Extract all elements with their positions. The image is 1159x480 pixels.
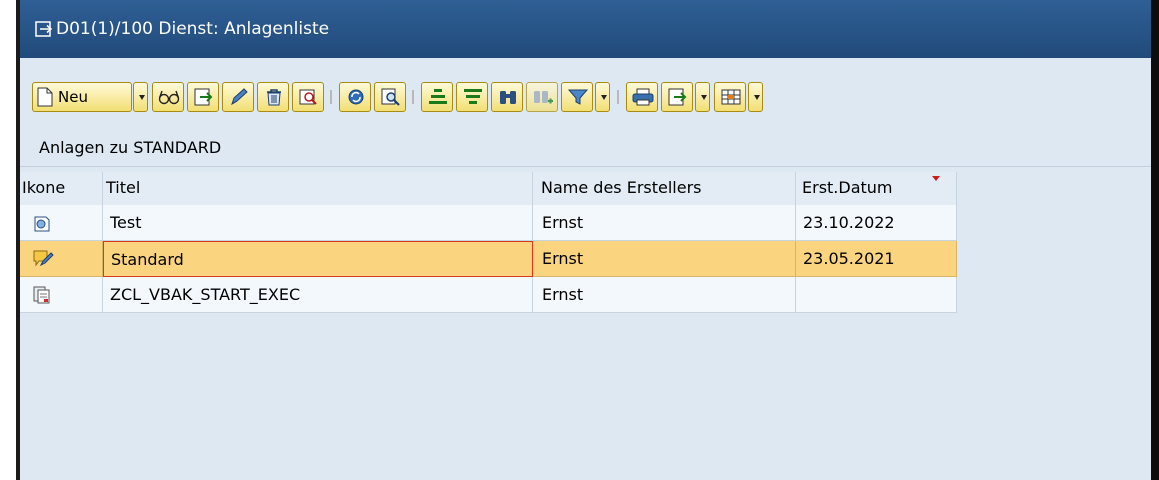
new-button-label: Neu [58, 88, 88, 106]
row-creator: Ernst [533, 241, 796, 277]
print-button[interactable] [626, 82, 658, 112]
delete-button[interactable] [257, 82, 289, 112]
refresh-button[interactable] [339, 82, 371, 112]
row-title: Test [103, 205, 533, 241]
refresh-icon [348, 89, 364, 105]
list-subheader-text: Anlagen zu STANDARD [39, 138, 222, 157]
find-icon [381, 88, 400, 106]
title-bar: D01(1)/100 Dienst: Anlagenliste [20, 0, 1151, 58]
row-date: 23.10.2022 [796, 205, 957, 241]
find-next-icon [534, 91, 553, 104]
toolbar-separator [330, 90, 332, 104]
row-icon-cell [20, 241, 103, 277]
sort-ascending-button[interactable] [421, 82, 453, 112]
sap-window: D01(1)/100 Dienst: Anlagenliste Neu Anla… [20, 0, 1151, 480]
find-next-button[interactable] [526, 82, 558, 112]
sort-ascending-icon [429, 89, 447, 104]
column-header-title[interactable]: Titel [103, 172, 533, 205]
layout-icon [721, 89, 741, 105]
sort-descending-icon [464, 89, 482, 104]
window-right-border [1151, 0, 1159, 480]
trash-icon [267, 89, 281, 106]
change-button[interactable] [222, 82, 254, 112]
glasses-icon [158, 90, 180, 105]
table-header: Ikone Titel Name des Erstellers Erst.Dat… [20, 172, 957, 205]
row-creator: Ernst [533, 205, 796, 241]
attachment-search-button[interactable] [292, 82, 324, 112]
toolbar-separator [412, 90, 414, 104]
table-row[interactable]: Test Ernst 23.10.2022 [20, 205, 957, 241]
layout-dropdown-arrow[interactable] [748, 82, 763, 112]
window-title: D01(1)/100 Dienst: Anlagenliste [56, 19, 330, 39]
row-title: ZCL_VBAK_START_EXEC [103, 277, 533, 313]
filter-dropdown-arrow[interactable] [595, 82, 610, 112]
filter-button[interactable] [561, 82, 593, 112]
toolbar-separator [617, 90, 619, 104]
print-icon [632, 88, 654, 106]
dialog-icon [35, 21, 53, 37]
new-dropdown-arrow[interactable] [133, 82, 148, 112]
row-icon-cell [20, 277, 103, 313]
export-icon [194, 88, 213, 106]
row-title[interactable]: Standard [103, 241, 533, 277]
new-icon [37, 87, 53, 107]
sort-descending-button[interactable] [456, 82, 488, 112]
export-button[interactable] [187, 82, 219, 112]
attachment-search-icon [299, 89, 317, 105]
row-creator: Ernst [533, 277, 796, 313]
find-button[interactable] [374, 82, 406, 112]
note-icon [34, 216, 50, 232]
binoculars-icon [500, 91, 516, 104]
row-date [796, 277, 957, 313]
column-header-icon[interactable]: Ikone [20, 172, 103, 205]
column-header-creator[interactable]: Name des Erstellers [533, 172, 796, 205]
export-dropdown-arrow[interactable] [695, 82, 710, 112]
layout-button[interactable] [714, 82, 746, 112]
search-button[interactable] [491, 82, 523, 112]
table-row-selected[interactable]: Standard Ernst 23.05.2021 [20, 241, 957, 277]
document-icon [33, 286, 50, 304]
row-icon-cell [20, 205, 103, 241]
row-date: 23.05.2021 [796, 241, 957, 277]
export-arrow-icon [668, 88, 687, 106]
new-button[interactable]: Neu [32, 82, 132, 112]
list-subheader: Anlagen zu STANDARD [20, 131, 1151, 167]
edit-note-icon [33, 250, 54, 267]
filter-icon [567, 89, 589, 105]
application-toolbar: Neu [32, 82, 1142, 116]
display-button[interactable] [152, 82, 184, 112]
pencil-icon [231, 88, 248, 106]
export-list-button[interactable] [661, 82, 693, 112]
sort-indicator [932, 176, 940, 181]
table-row[interactable]: ZCL_VBAK_START_EXEC Ernst [20, 277, 957, 313]
